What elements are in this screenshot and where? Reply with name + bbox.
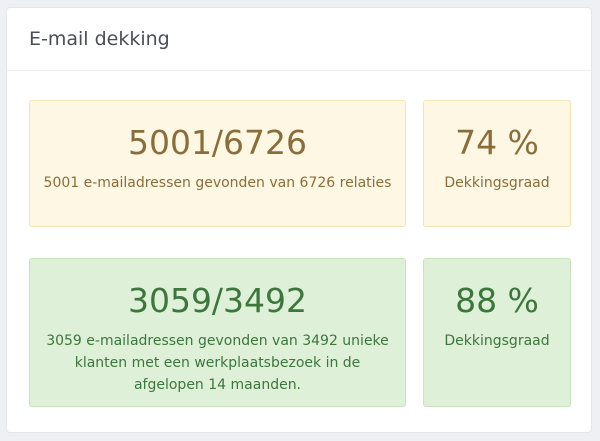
- email-count-value: 5001/6726: [127, 123, 308, 162]
- coverage-label: Dekkingsgraad: [444, 175, 550, 191]
- email-count-card: 5001/6726 5001 e-mailadressen gevonden v…: [29, 100, 406, 227]
- workshop-coverage-value: 88 %: [455, 281, 539, 320]
- coverage-card: 74 % Dekkingsgraad: [423, 100, 571, 227]
- workshop-coverage-label: Dekkingsgraad: [444, 333, 550, 349]
- panel-title: E-mail dekking: [29, 28, 170, 50]
- coverage-value: 74 %: [455, 123, 539, 162]
- panel-header: E-mail dekking: [7, 8, 591, 71]
- workshop-email-count-card: 3059/3492 3059 e-mailadressen gevonden v…: [29, 258, 406, 407]
- email-coverage-panel: E-mail dekking 5001/6726 5001 e-mailadre…: [6, 7, 592, 433]
- email-count-description: 5001 e-mailadressen gevonden van 6726 re…: [43, 175, 392, 191]
- workshop-coverage-card: 88 % Dekkingsgraad: [423, 258, 571, 407]
- workshop-email-count-description: 3059 e-mailadressen gevonden van 3492 un…: [46, 333, 389, 393]
- workshop-email-count-value: 3059/3492: [127, 281, 308, 320]
